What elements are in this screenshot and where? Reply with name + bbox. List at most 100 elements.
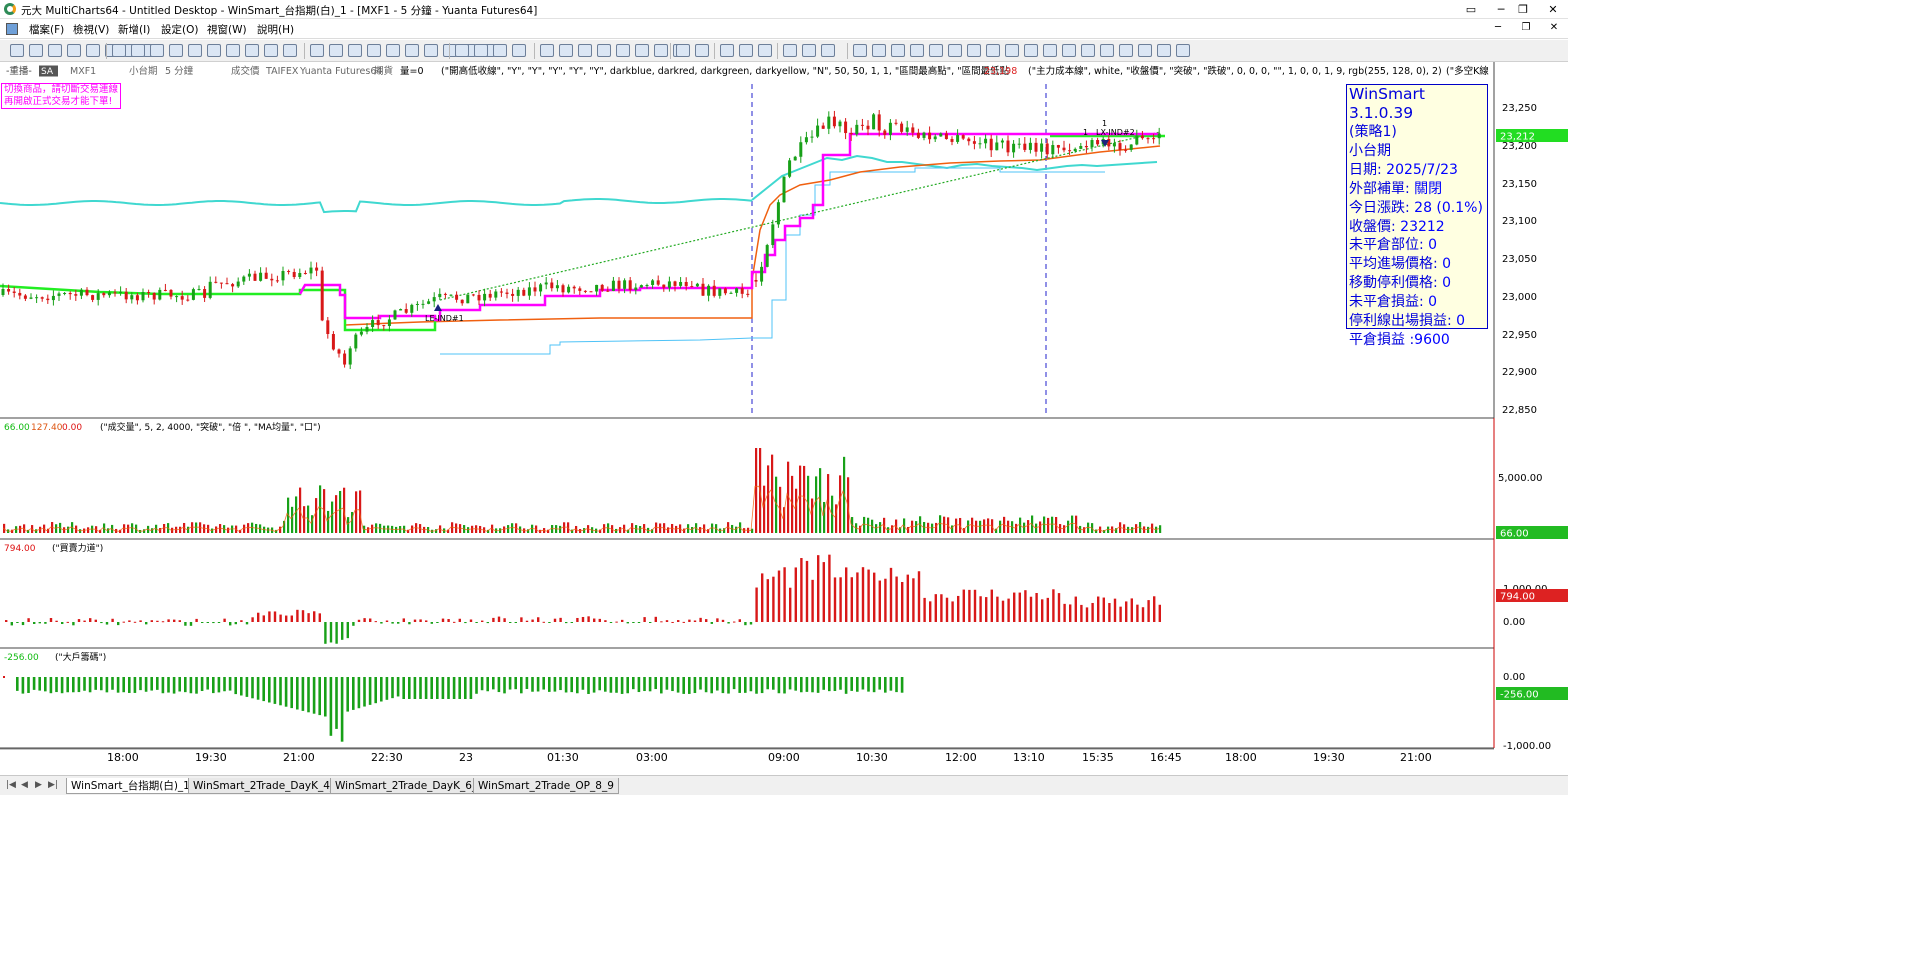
toolbar-tool-button[interactable] <box>131 44 145 57</box>
toolbar-tool-button[interactable] <box>348 44 362 57</box>
toolbar-tool-button[interactable] <box>676 44 690 57</box>
toolbar-tool-button[interactable] <box>1176 44 1190 57</box>
candle-body <box>455 294 459 300</box>
toolbar-tool-button[interactable] <box>169 44 183 57</box>
chip-bar <box>867 677 870 692</box>
candle-body <box>1006 140 1010 153</box>
volume-bar <box>1155 526 1158 533</box>
toolbar-tool-button[interactable] <box>86 44 100 57</box>
toolbar-tool-button[interactable] <box>329 44 343 57</box>
volume-bar <box>987 518 990 533</box>
tab-winsmart-1[interactable]: WinSmart_台指期(白)_1 <box>66 778 195 794</box>
force-bar <box>206 622 209 623</box>
candle-body <box>533 287 537 292</box>
toolbar-tool-button[interactable] <box>635 44 649 57</box>
mdi-minimize-button[interactable]: ─ <box>1486 22 1510 33</box>
toolbar-tool-button[interactable] <box>853 44 867 57</box>
toolbar-tool-button[interactable] <box>29 44 43 57</box>
toolbar-tool-button[interactable] <box>967 44 981 57</box>
toolbar-tool-button[interactable] <box>540 44 554 57</box>
menu-help[interactable]: 說明(H) <box>257 22 294 37</box>
toolbar-tool-button[interactable] <box>1100 44 1114 57</box>
toolbar-tool-button[interactable] <box>1138 44 1152 57</box>
first-tab-icon[interactable]: |◀ <box>6 780 16 790</box>
candle-body <box>494 291 498 298</box>
toolbar-tool-button[interactable] <box>948 44 962 57</box>
menu-file[interactable]: 檔案(F) <box>29 22 64 37</box>
toolbar-tool-button[interactable] <box>1043 44 1057 57</box>
menu-insert[interactable]: 新增(I) <box>118 22 150 37</box>
toolbar-tool-button[interactable] <box>474 44 488 57</box>
maximize-button[interactable]: ❐ <box>1508 1 1538 18</box>
menu-view[interactable]: 檢視(V) <box>73 22 109 37</box>
price-pane[interactable] <box>0 109 1165 370</box>
toolbar-tool-button[interactable] <box>654 44 668 57</box>
chip-bar <box>480 677 484 691</box>
toolbar-tool-button[interactable] <box>1062 44 1076 57</box>
chip-pane[interactable] <box>3 676 904 742</box>
toolbar-tool-button[interactable] <box>207 44 221 57</box>
toolbar-tool-button[interactable] <box>578 44 592 57</box>
toolbar-tool-button[interactable] <box>1157 44 1171 57</box>
toolbar-tool-button[interactable] <box>10 44 24 57</box>
tab-daykstr-6-7[interactable]: WinSmart_2Trade_DayK_6_7 <box>330 778 489 794</box>
restore-layout-button[interactable]: ▭ <box>1456 1 1486 18</box>
toolbar-tool-button[interactable] <box>929 44 943 57</box>
toolbar-tool-button[interactable] <box>386 44 400 57</box>
toolbar-tool-button[interactable] <box>493 44 507 57</box>
study2-text: ("主力成本線", white, "收盤價", "突破", "跌破", 0, 0… <box>1028 65 1442 77</box>
toolbar-tool-button[interactable] <box>1081 44 1095 57</box>
toolbar-tool-button[interactable] <box>821 44 835 57</box>
chart-area[interactable]: -重播- SA MXF1 小台期 5 分鐘 成交價 TAIFEX Yuanta … <box>0 62 1568 774</box>
toolbar-tool-button[interactable] <box>802 44 816 57</box>
toolbar-tool-button[interactable] <box>783 44 797 57</box>
toolbar-tool-button[interactable] <box>559 44 573 57</box>
menu-settings[interactable]: 設定(O) <box>161 22 198 37</box>
toolbar-tool-button[interactable] <box>112 44 126 57</box>
toolbar-tool-button[interactable] <box>188 44 202 57</box>
info-label: 收盤價: <box>1349 218 1396 235</box>
tab-daykstr-4-5[interactable]: WinSmart_2Trade_DayK_4_5 <box>188 778 347 794</box>
toolbar-tool-button[interactable] <box>695 44 709 57</box>
toolbar-tool-button[interactable] <box>758 44 772 57</box>
chip-bar <box>284 677 288 707</box>
next-tab-icon[interactable]: ▶ <box>35 780 42 790</box>
mdi-close-button[interactable]: ✕ <box>1542 22 1566 33</box>
toolbar-tool-button[interactable] <box>310 44 324 57</box>
menu-window[interactable]: 視窗(W) <box>207 22 247 37</box>
last-tab-icon[interactable]: ▶| <box>48 780 58 790</box>
chart-canvas[interactable]: -重播- SA MXF1 小台期 5 分鐘 成交價 TAIFEX Yuanta … <box>0 62 1568 774</box>
toolbar-tool-button[interactable] <box>424 44 438 57</box>
prev-tab-icon[interactable]: ◀ <box>21 780 28 790</box>
toolbar-tool-button[interactable] <box>48 44 62 57</box>
toolbar-tool-button[interactable] <box>405 44 419 57</box>
toolbar-tool-button[interactable] <box>986 44 1000 57</box>
toolbar-tool-button[interactable] <box>264 44 278 57</box>
toolbar-tool-button[interactable] <box>367 44 381 57</box>
volume-pane[interactable] <box>2 448 1162 533</box>
toolbar-tool-button[interactable] <box>245 44 259 57</box>
close-button[interactable]: ✕ <box>1538 1 1568 18</box>
toolbar-tool-button[interactable] <box>512 44 526 57</box>
force-pane[interactable] <box>5 554 1161 644</box>
toolbar-tool-button[interactable] <box>720 44 734 57</box>
toolbar-tool-button[interactable] <box>597 44 611 57</box>
toolbar-tool-button[interactable] <box>1024 44 1038 57</box>
toolbar-tool-button[interactable] <box>910 44 924 57</box>
toolbar-tool-button[interactable] <box>891 44 905 57</box>
force-bar <box>542 621 545 623</box>
toolbar-tool-button[interactable] <box>455 44 469 57</box>
toolbar-tool-button[interactable] <box>67 44 81 57</box>
toolbar-tool-button[interactable] <box>150 44 164 57</box>
toolbar-tool-button[interactable] <box>226 44 240 57</box>
force-bar <box>581 616 585 622</box>
force-bar <box>738 619 741 622</box>
toolbar-tool-button[interactable] <box>739 44 753 57</box>
toolbar-tool-button[interactable] <box>1005 44 1019 57</box>
tab-op-8-9[interactable]: WinSmart_2Trade_OP_8_9 <box>473 778 619 794</box>
toolbar-tool-button[interactable] <box>872 44 886 57</box>
mdi-restore-button[interactable]: ❐ <box>1514 22 1538 33</box>
toolbar-tool-button[interactable] <box>616 44 630 57</box>
toolbar-tool-button[interactable] <box>283 44 297 57</box>
toolbar-tool-button[interactable] <box>1119 44 1133 57</box>
